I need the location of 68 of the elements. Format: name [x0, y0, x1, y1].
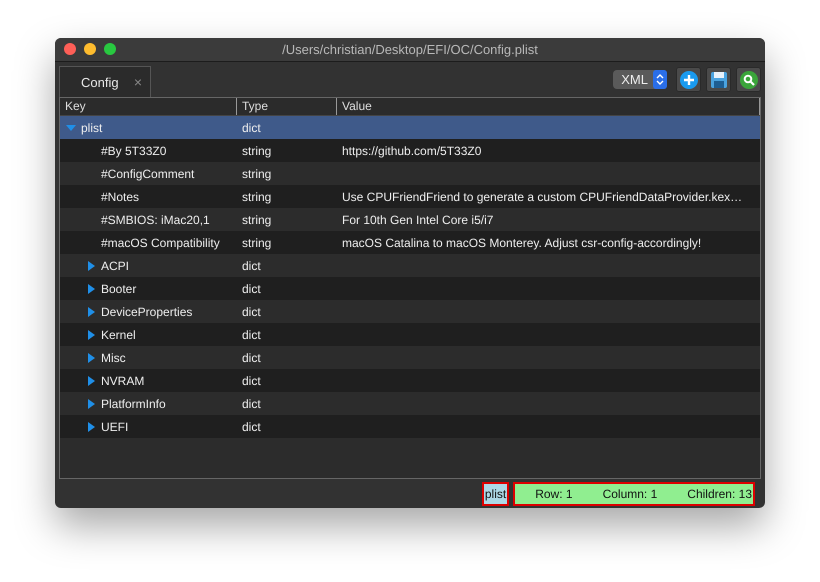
children-count: Children: 13 [687, 486, 752, 500]
type-text: string [242, 212, 272, 226]
key-text: UEFI [101, 420, 128, 434]
value-text: macOS Catalina to macOS Monterey. Adjust csr-config-accordingly! [342, 236, 702, 250]
value-text: For 10th Gen Intel Core i5/i7 [342, 212, 494, 226]
type-text: dict [242, 258, 261, 272]
key-text: ACPI [101, 258, 130, 272]
key-text: #SMBIOS: iMac20,1 [101, 212, 210, 226]
tree-row[interactable]: Booter dict [60, 277, 760, 300]
tree-row[interactable]: plist dict [60, 116, 760, 139]
search-icon [740, 70, 758, 88]
search-button[interactable] [736, 67, 761, 92]
window-title: /Users/christian/Desktop/EFI/OC/Config.plist [282, 42, 538, 57]
collapsed-triangle-icon[interactable] [86, 352, 96, 362]
tab-close-button[interactable]: × [134, 74, 142, 90]
type-text: string [242, 166, 272, 180]
column-header[interactable]: Type [237, 98, 337, 115]
type-text: dict [242, 282, 261, 296]
type-text: dict [242, 350, 261, 364]
status-key: plist [482, 482, 510, 506]
key-text: Kernel [101, 328, 136, 342]
key-text: #Notes [101, 190, 140, 204]
type-text: dict [242, 304, 261, 318]
type-text: dict [242, 420, 261, 434]
minimize-button[interactable] [84, 43, 96, 55]
value-text: Use CPUFriendFriend to generate a custom CPUFriendDataProvider.kex… [342, 190, 742, 204]
tree-row[interactable]: NVRAM dict [60, 369, 760, 392]
format-select[interactable]: XML [613, 70, 667, 89]
key-text: Misc [101, 350, 126, 364]
type-text: dict [242, 328, 261, 342]
tree-row[interactable]: #Notes string Use CPUFriendFriend to generate a custom CPUFriendDataProvider.kex… [60, 185, 760, 208]
type-text: dict [242, 120, 261, 134]
key-text: DeviceProperties [101, 304, 192, 318]
add-button[interactable] [676, 67, 701, 92]
plus-icon [680, 70, 698, 88]
key-text: #ConfigComment [101, 166, 194, 180]
zoom-button[interactable] [104, 43, 116, 55]
row-indicator: Row: 1 [535, 486, 573, 500]
tree-row[interactable]: #By 5T33Z0 string https://github.com/5T33Z0 [60, 139, 760, 162]
value-text: https://github.com/5T33Z0 [342, 144, 482, 158]
collapsed-triangle-icon[interactable] [86, 376, 96, 386]
type-text: string [242, 190, 272, 204]
stepper-icon [653, 70, 667, 89]
column-header[interactable]: Value [337, 98, 760, 115]
collapsed-triangle-icon[interactable] [86, 306, 96, 316]
column-header[interactable]: Key [60, 98, 237, 115]
collapsed-triangle-icon[interactable] [86, 398, 96, 408]
type-text: string [242, 144, 272, 158]
key-text: #macOS Compatibility [101, 236, 220, 250]
key-text: PlatformInfo [101, 396, 166, 410]
tree-row[interactable]: #macOS Compatibility string macOS Catalina to macOS Monterey. Adjust csr-config-accordingly! [60, 231, 760, 254]
close-button[interactable] [64, 43, 76, 55]
tree-row[interactable]: UEFI dict [60, 415, 760, 438]
key-text: NVRAM [101, 374, 144, 388]
type-text: dict [242, 396, 261, 410]
key-text: #By 5T33Z0 [101, 144, 166, 158]
type-text: dict [242, 374, 261, 388]
save-button[interactable] [706, 67, 731, 92]
tree-row[interactable]: Kernel dict [60, 323, 760, 346]
collapsed-triangle-icon[interactable] [86, 422, 96, 432]
collapsed-triangle-icon[interactable] [86, 260, 96, 270]
collapsed-triangle-icon[interactable] [86, 330, 96, 340]
column-indicator: Column: 1 [602, 486, 658, 500]
key-text: plist [81, 120, 102, 134]
document-tab[interactable]: Config × [59, 66, 151, 97]
type-text: string [242, 236, 272, 250]
collapsed-triangle-icon[interactable] [86, 284, 96, 294]
key-text: Booter [101, 282, 136, 296]
